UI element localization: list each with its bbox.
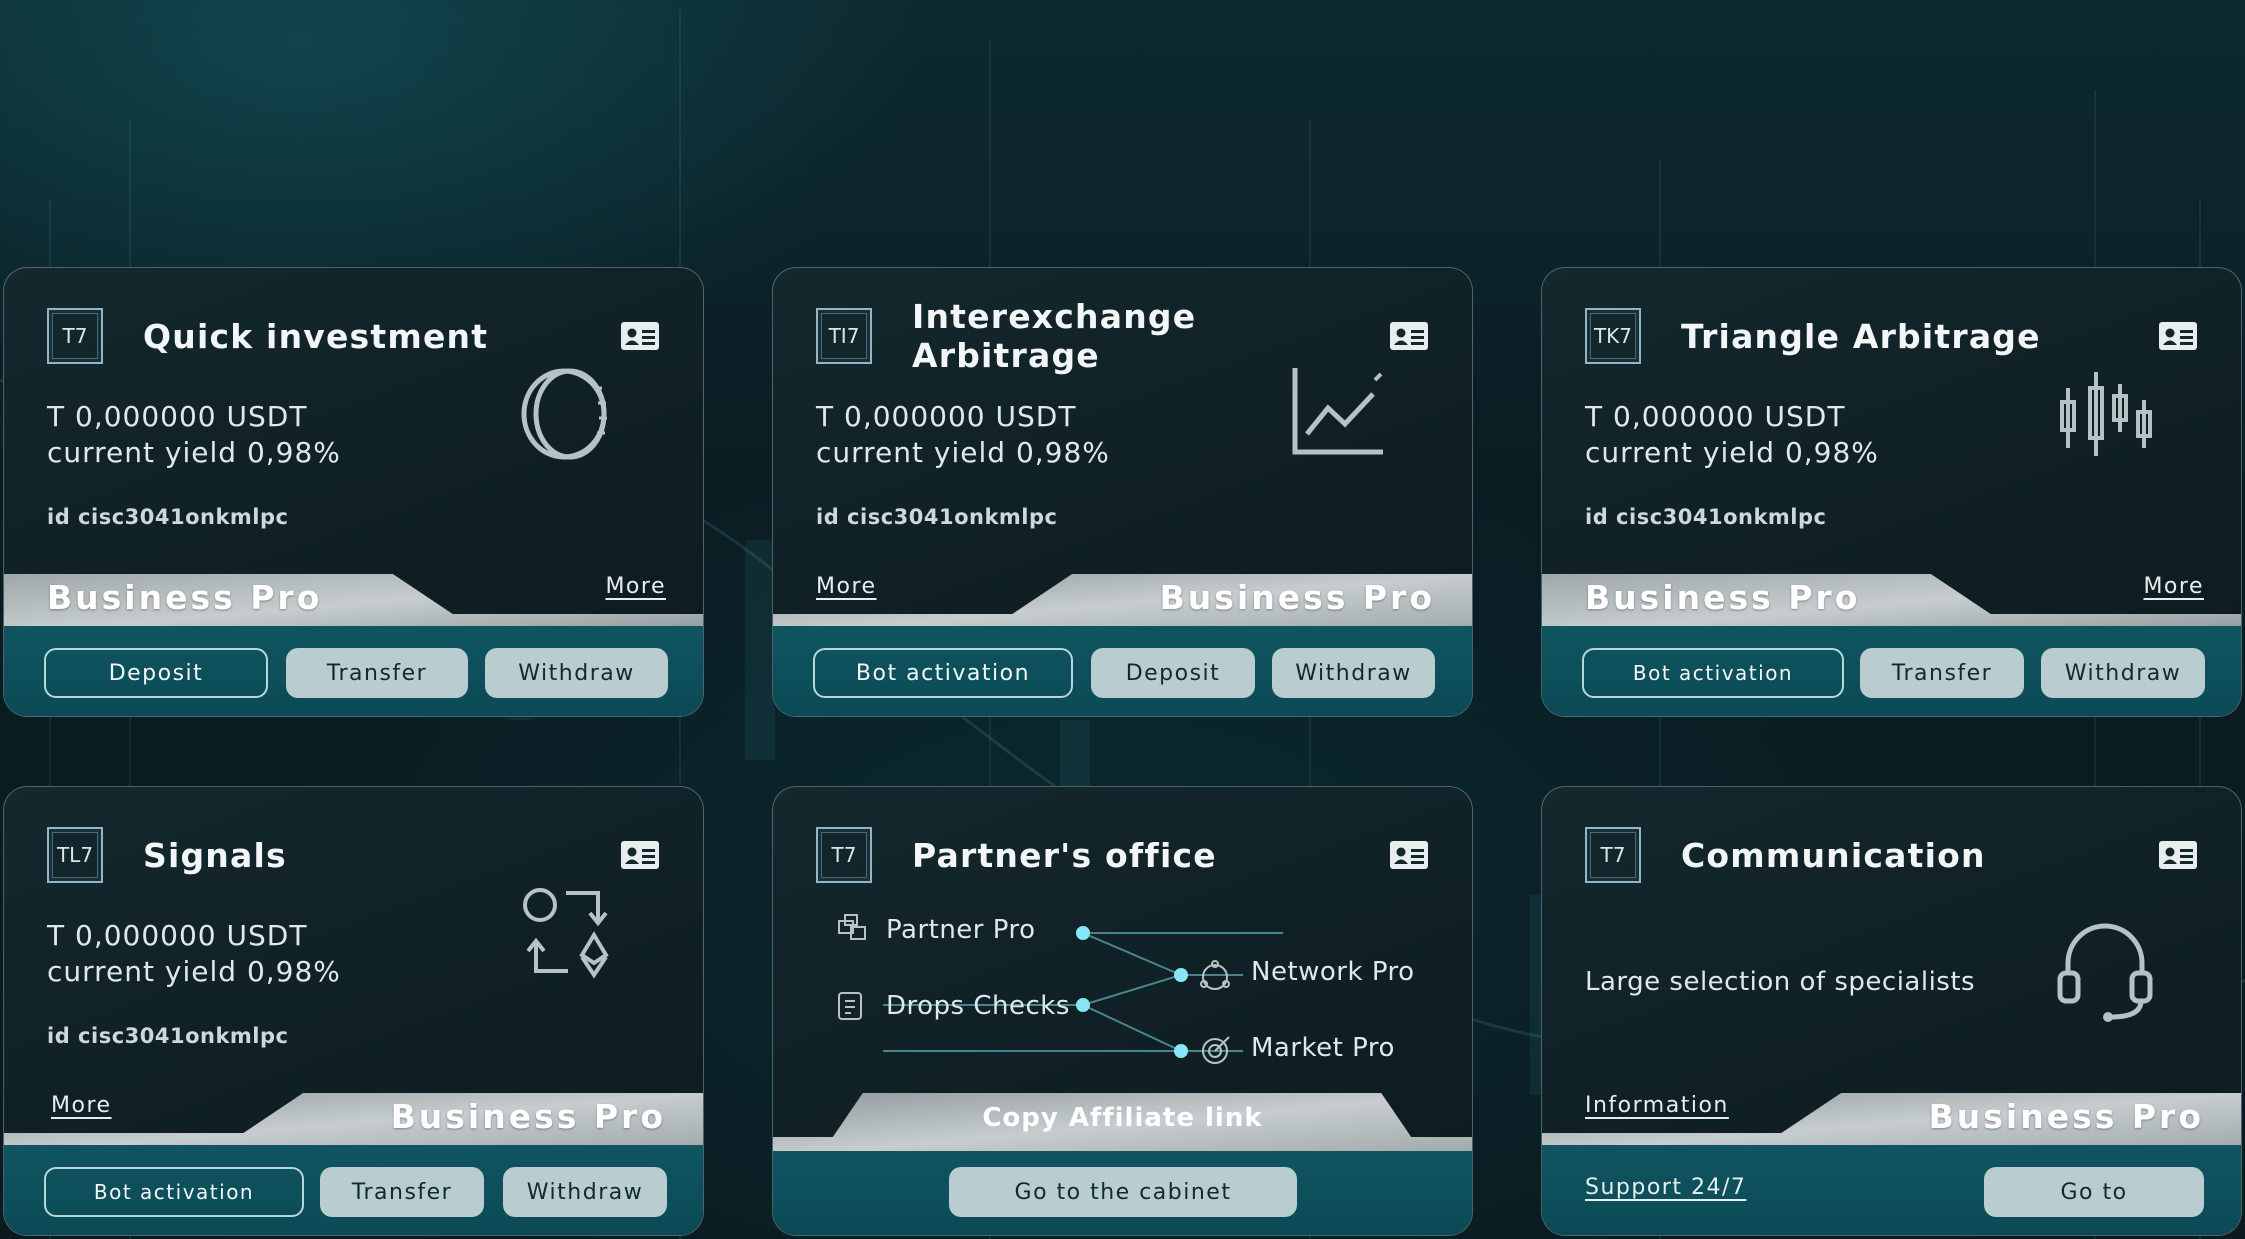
tier-label: Business Pro [1159,578,1435,617]
bot-activation-button[interactable]: Bot activation [44,1167,304,1217]
account-id: id cisc3041onkmlpc [1585,505,1827,529]
more-link[interactable]: More [2143,574,2204,599]
current-yield: current yield 0,98% [816,436,1110,469]
bot-activation-button[interactable]: Bot activation [1582,648,1844,698]
boxes-icon [838,914,866,940]
transfer-button[interactable]: Transfer [286,648,468,698]
market-pro-label: Market Pro [1251,1033,1395,1063]
network-pro-label: Network Pro [1251,957,1415,987]
more-link[interactable]: More [605,574,666,599]
tier-label: Business Pro [47,578,323,617]
card-actions: Go to the cabinet [773,1151,1472,1235]
more-link[interactable]: More [816,574,877,599]
candlestick-icon [2060,372,2152,456]
id-card-icon[interactable] [620,840,660,870]
account-id: id cisc3041onkmlpc [47,1024,289,1048]
withdraw-button[interactable]: Withdraw [1272,648,1435,698]
card-actions: Bot activation Transfer Withdraw [4,1145,703,1235]
id-card-icon[interactable] [620,321,660,351]
card-actions: Support 24/7 Go to [1542,1145,2241,1235]
balance: T 0,000000 USDT [816,400,1077,433]
exchange-icon [523,888,609,979]
transfer-button[interactable]: Transfer [320,1167,484,1217]
account-id: id cisc3041onkmlpc [816,505,1058,529]
logo-badge: TK7 [1585,308,1641,364]
balance: T 0,000000 USDT [47,400,308,433]
logo-badge: TL7 [47,827,103,883]
tier-label: Business Pro [1585,578,1861,617]
transfer-button[interactable]: Transfer [1860,648,2024,698]
withdraw-button[interactable]: Withdraw [2041,648,2205,698]
partner-pro-label: Partner Pro [886,915,1036,945]
card-title: Signals [143,835,287,875]
support-link[interactable]: Support 24/7 [1585,1175,1746,1200]
current-yield: current yield 0,98% [47,436,341,469]
card-partners-office: T7 Partner's office Partner Pro Drops Ch… [772,786,1473,1236]
card-quick-investment: T7 Quick investment T 0,000000 USDT curr… [3,267,704,717]
specialists-description: Large selection of specialists [1585,967,1976,997]
balance: T 0,000000 USDT [47,919,308,952]
bot-activation-button[interactable]: Bot activation [813,648,1073,698]
card-title: Triangle Arbitrage [1681,316,2041,356]
current-yield: current yield 0,98% [47,955,341,988]
tier-label: Business Pro [390,1097,666,1136]
logo-badge: T7 [1585,827,1641,883]
card-actions: Deposit Transfer Withdraw [4,626,703,716]
id-card-icon[interactable] [2158,321,2198,351]
more-link[interactable]: More [51,1093,112,1118]
card-communication: T7 Communication Large selection of spec… [1541,786,2242,1236]
account-id: id cisc3041onkmlpc [47,505,289,529]
withdraw-button[interactable]: Withdraw [485,648,668,698]
go-to-cabinet-button[interactable]: Go to the cabinet [949,1167,1297,1217]
card-title: Quick investment [143,316,489,356]
card-signals: TL7 Signals T 0,000000 USDT current yiel… [3,786,704,1236]
copy-affiliate-link[interactable]: Copy Affiliate link [773,1103,1472,1133]
id-card-icon[interactable] [1389,321,1429,351]
card-triangle-arbitrage: TK7 Triangle Arbitrage T 0,000000 USDT c… [1541,267,2242,717]
information-link[interactable]: Information [1585,1093,1729,1118]
id-card-icon[interactable] [2158,840,2198,870]
tier-label: Business Pro [1928,1097,2204,1136]
checklist-icon [838,992,862,1020]
card-actions: Bot activation Deposit Withdraw [773,626,1472,716]
headset-icon [2057,923,2153,1022]
logo-badge: TI7 [816,308,872,364]
drops-checks-label: Drops Checks [886,991,1070,1021]
coin-icon [521,368,607,460]
deposit-button[interactable]: Deposit [44,648,268,698]
logo-badge: T7 [47,308,103,364]
go-to-button[interactable]: Go to [1984,1167,2204,1217]
deposit-button[interactable]: Deposit [1091,648,1255,698]
line-chart-icon [1292,368,1383,455]
withdraw-button[interactable]: Withdraw [503,1167,667,1217]
card-interexchange-arbitrage: TI7 Interexchange Arbitrage T 0,000000 U… [772,267,1473,717]
balance: T 0,000000 USDT [1585,400,1846,433]
current-yield: current yield 0,98% [1585,436,1879,469]
card-title: Communication [1681,835,1986,875]
card-actions: Bot activation Transfer Withdraw [1542,626,2241,716]
